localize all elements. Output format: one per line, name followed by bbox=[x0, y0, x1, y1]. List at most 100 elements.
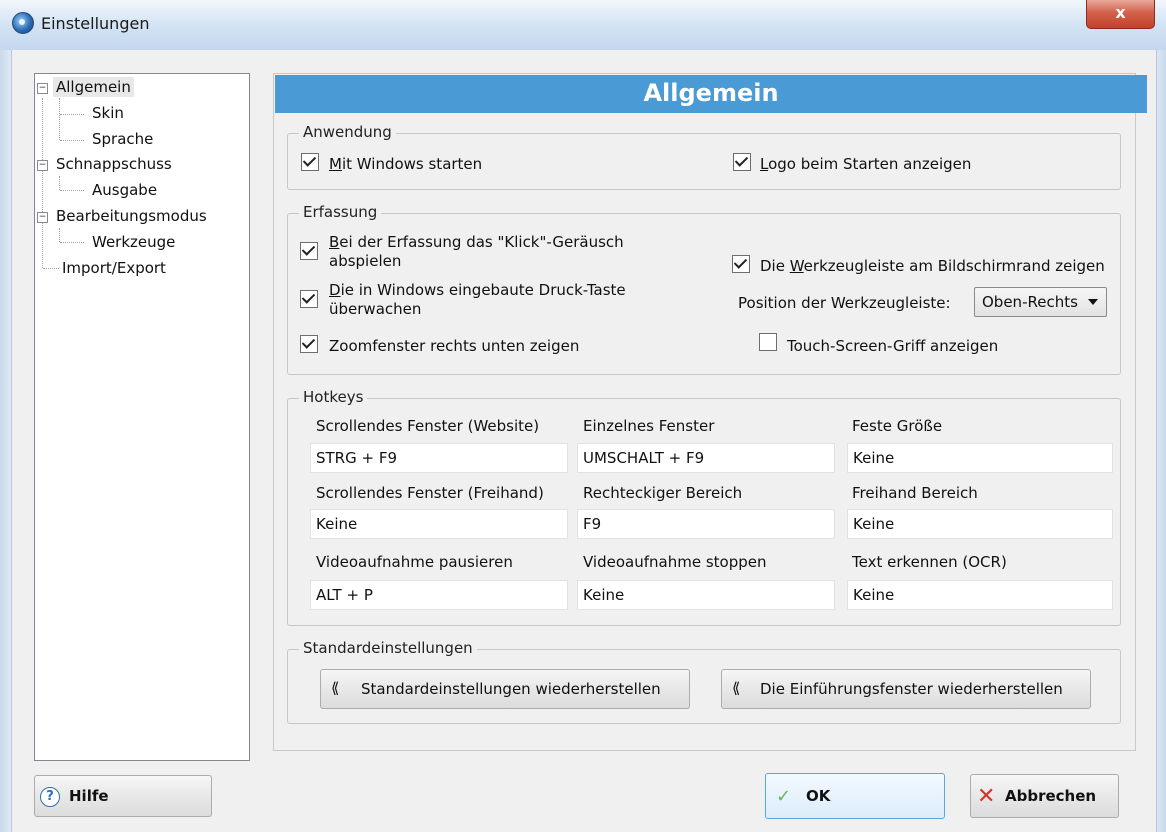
settings-tree[interactable]: − Allgemein Skin Sprache − Schnappschuss… bbox=[34, 73, 250, 761]
zoom-label[interactable]: Zoomfenster rechts unten zeigen bbox=[329, 337, 579, 355]
ok-label: OK bbox=[806, 787, 831, 805]
window-title: Einstellungen bbox=[41, 14, 150, 33]
tree-item-label: Import/Export bbox=[62, 259, 166, 277]
hotkey-input[interactable]: STRG + F9 bbox=[310, 443, 568, 473]
app-icon bbox=[12, 12, 34, 34]
tree-item-schnappschuss[interactable]: Schnappschuss bbox=[53, 155, 175, 173]
tree-item-ausgabe[interactable]: Ausgabe bbox=[89, 181, 160, 199]
help-label: Hilfe bbox=[69, 787, 109, 805]
hotkey-label: Scrollendes Fenster (Website) bbox=[316, 417, 540, 435]
position-value: Oben-Rechts bbox=[982, 293, 1078, 311]
mnemonic: M bbox=[329, 155, 342, 173]
tree-item-label: Schnappschuss bbox=[56, 155, 172, 173]
tree-item-allgemein[interactable]: Allgemein bbox=[53, 77, 134, 97]
hotkey-label: Videoaufnahme pausieren bbox=[316, 553, 513, 571]
tree-item-label: Sprache bbox=[92, 130, 154, 148]
label-line1: ie in Windows eingebaute Druck-Taste bbox=[340, 281, 626, 299]
tree-line bbox=[42, 98, 43, 268]
mnemonic: L bbox=[760, 155, 769, 173]
tree-item-label: Allgemein bbox=[53, 77, 134, 97]
touch-label[interactable]: Touch-Screen-Griff anzeigen bbox=[787, 337, 998, 355]
tree-item-werkzeuge[interactable]: Werkzeuge bbox=[89, 233, 178, 251]
hotkey-label: Einzelnes Fenster bbox=[583, 417, 715, 435]
mnemonic: D bbox=[329, 281, 341, 299]
label-text: it Windows starten bbox=[341, 155, 483, 173]
position-label: Position der Werkzeugleiste: bbox=[738, 294, 951, 312]
tree-line bbox=[60, 242, 84, 243]
logo-label[interactable]: Logo beim Starten anzeigen bbox=[760, 155, 971, 173]
hotkey-input[interactable]: Keine bbox=[577, 580, 835, 610]
klick-label[interactable]: Bei der Erfassung das "Klick"-Geräusch ab… bbox=[329, 233, 624, 271]
tree-line bbox=[60, 190, 84, 191]
zoom-checkbox[interactable] bbox=[300, 335, 318, 353]
hotkey-label: Scrollendes Fenster (Freihand) bbox=[316, 484, 544, 502]
cancel-label: Abbrechen bbox=[1005, 787, 1097, 805]
help-button[interactable]: ? Hilfe bbox=[34, 775, 212, 817]
restore-settings-button[interactable]: ⟪ Standardeinstellungen wiederherstellen bbox=[320, 669, 690, 709]
restore-intro-label: Die Einführungsfenster wiederherstellen bbox=[760, 680, 1063, 698]
hotkey-input[interactable]: F9 bbox=[577, 509, 835, 539]
label-line1: ei der Erfassung das "Klick"-Geräusch bbox=[339, 233, 624, 251]
tree-line bbox=[59, 228, 60, 242]
werkzeugleiste-label[interactable]: Die Werkzeugleiste am Bildschirmrand zei… bbox=[760, 257, 1105, 275]
mit-windows-checkbox[interactable] bbox=[301, 153, 319, 171]
tree-item-sprache[interactable]: Sprache bbox=[89, 130, 156, 148]
mnemonic: B bbox=[329, 233, 340, 251]
restore-settings-label: Standardeinstellungen wiederherstellen bbox=[361, 680, 661, 698]
undo-icon: ⟪ bbox=[331, 679, 340, 697]
hotkeys-title: Hotkeys bbox=[299, 388, 368, 406]
close-button[interactable]: x bbox=[1086, 0, 1155, 29]
tree-line bbox=[60, 140, 84, 141]
restore-intro-button[interactable]: ⟪ Die Einführungsfenster wiederherstelle… bbox=[721, 669, 1091, 709]
check-icon: ✓ bbox=[776, 786, 792, 807]
mit-windows-label[interactable]: Mit Windows starten bbox=[329, 155, 482, 173]
erfassung-title: Erfassung bbox=[299, 203, 382, 221]
standard-title: Standardeinstellungen bbox=[299, 639, 477, 657]
anwendung-title: Anwendung bbox=[299, 123, 396, 141]
mnemonic: W bbox=[789, 257, 804, 275]
label-text: erkzeugleiste am Bildschirmrand zeigen bbox=[803, 257, 1105, 275]
tree-item-label: Ausgabe bbox=[92, 181, 158, 199]
logo-checkbox[interactable] bbox=[733, 153, 751, 171]
hotkey-input[interactable]: ALT + P bbox=[310, 580, 568, 610]
position-select[interactable]: Oben-Rechts bbox=[974, 287, 1107, 317]
tree-line bbox=[59, 176, 60, 190]
label-text: ogo beim Starten anzeigen bbox=[768, 155, 972, 173]
hotkey-label: Videoaufnahme stoppen bbox=[583, 553, 767, 571]
hotkey-label: Freihand Bereich bbox=[852, 484, 978, 502]
hotkey-input[interactable]: Keine bbox=[847, 443, 1113, 473]
label-line2: abspielen bbox=[329, 252, 402, 270]
close-x-icon: ✕ bbox=[977, 784, 996, 809]
title-bar bbox=[0, 0, 1166, 51]
help-icon: ? bbox=[40, 787, 60, 807]
label-text: Die bbox=[760, 257, 790, 275]
touch-checkbox[interactable] bbox=[759, 333, 777, 351]
tree-item-bearbeitungsmodus[interactable]: Bearbeitungsmodus bbox=[53, 207, 210, 225]
page-title: Allgemein bbox=[275, 75, 1147, 113]
tree-line bbox=[43, 268, 59, 269]
tree-item-skin[interactable]: Skin bbox=[89, 104, 127, 122]
hotkey-input[interactable]: UMSCHALT + F9 bbox=[577, 443, 835, 473]
dropdown-arrow-icon bbox=[1088, 299, 1098, 305]
tree-item-label: Werkzeuge bbox=[92, 233, 176, 251]
druck-label[interactable]: Die in Windows eingebaute Druck-Taste übe… bbox=[329, 281, 626, 319]
collapse-icon[interactable]: − bbox=[37, 160, 48, 171]
tree-line bbox=[60, 114, 84, 115]
hotkey-label: Text erkennen (OCR) bbox=[852, 553, 1007, 571]
ok-button[interactable]: ✓ OK bbox=[765, 773, 945, 819]
collapse-icon[interactable]: − bbox=[37, 83, 48, 94]
druck-checkbox[interactable] bbox=[300, 290, 318, 308]
hotkey-input[interactable]: Keine bbox=[847, 580, 1113, 610]
hotkey-input[interactable]: Keine bbox=[847, 509, 1113, 539]
klick-checkbox[interactable] bbox=[300, 242, 318, 260]
tree-item-label: Skin bbox=[92, 104, 124, 122]
werkzeugleiste-checkbox[interactable] bbox=[732, 255, 750, 273]
tree-item-label: Bearbeitungsmodus bbox=[56, 207, 207, 225]
hotkey-input[interactable]: Keine bbox=[310, 509, 568, 539]
cancel-button[interactable]: ✕ Abbrechen bbox=[970, 774, 1119, 818]
hotkey-label: Feste Größe bbox=[852, 417, 943, 435]
tree-line bbox=[59, 98, 60, 140]
hotkey-label: Rechteckiger Bereich bbox=[583, 484, 743, 502]
tree-item-import-export[interactable]: Import/Export bbox=[59, 259, 169, 277]
collapse-icon[interactable]: − bbox=[37, 212, 48, 223]
